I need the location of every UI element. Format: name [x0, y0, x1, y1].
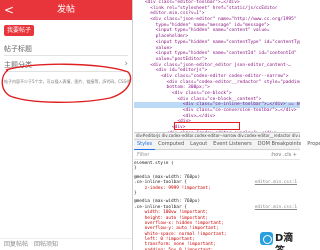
- devtools-panel: <div class="editor-toolbar">…</div> <lin…: [134, 0, 320, 250]
- tab-computed[interactable]: Computed: [155, 140, 187, 149]
- dom-node-line[interactable]: <input type="hidden" name="contentType" …: [134, 40, 300, 46]
- dom-tree[interactable]: <div class="editor-toolbar">…</div> <lin…: [134, 0, 300, 132]
- css-line-text: white-space: normal !important;: [134, 231, 227, 237]
- tab-layout[interactable]: Layout: [187, 140, 210, 149]
- css-line-text: .ce-inline-toolbar {: [134, 204, 187, 210]
- mobile-header: < 发帖: [0, 0, 132, 20]
- css-line-text: @media (max-width: 768px): [134, 199, 201, 205]
- css-line-text: height: auto !important;: [134, 215, 209, 221]
- post-type-badge[interactable]: 我要帖子: [4, 25, 35, 36]
- breadcrumb[interactable]: div#editorjs div.codex-editor.codex-edit…: [134, 132, 300, 140]
- page-title: 发帖: [56, 5, 75, 15]
- watermark-logo-icon: [260, 232, 273, 245]
- filter-placeholder: Filter: [137, 152, 150, 158]
- site-watermark: D滴答: [260, 231, 298, 250]
- dom-node-line[interactable]: <div class="json-editor" name="http://ww…: [134, 17, 300, 23]
- css-line-text: }: [134, 190, 137, 196]
- hov-cls-toggle[interactable]: :hov .cls +: [270, 151, 297, 159]
- dom-node-line[interactable]: <div class="ce-conversion-toolbar">…</di…: [134, 108, 300, 114]
- styles-filter[interactable]: Filter :hov .cls +: [134, 151, 300, 160]
- title-field[interactable]: 帖子标题: [4, 42, 128, 56]
- css-line-text: width: 100vw !important;: [134, 210, 209, 216]
- footer-link-right[interactable]: 回帖须知: [34, 239, 58, 250]
- footer-link-left[interactable]: 回复帖帖: [4, 239, 28, 250]
- tab-dom-breakpoints[interactable]: DOM Breakpoints: [255, 140, 304, 149]
- tab-properties[interactable]: Properties: [304, 140, 320, 149]
- mobile-post-page: < 发帖 我要帖子 帖子标题 主题分类 › 帖子内容不少于5个字，可以插入表情、…: [0, 0, 133, 250]
- styles-tabs: Styles Computed Layout Event Listeners DOM B…: [134, 140, 320, 150]
- css-line-text: z-index: 9999 !important;: [134, 185, 211, 191]
- tab-styles[interactable]: Styles: [134, 140, 156, 150]
- dom-node-line[interactable]: <div class="codex-editor codex-editor--n…: [134, 74, 300, 80]
- css-line-text: }: [134, 166, 137, 172]
- watermark-text: D滴答: [275, 233, 294, 250]
- css-line-text: overflow-y: auto !important;: [134, 226, 219, 232]
- title-field-placeholder: 帖子标题: [4, 45, 32, 53]
- red-annotation-circle: [1, 63, 132, 103]
- tab-event-listeners[interactable]: Event Listeners: [210, 140, 255, 149]
- css-line-text: .ce-inline-toolbar {: [134, 180, 187, 186]
- css-line-text: element.style {: [134, 161, 174, 166]
- css-line-text: transform: none !important;: [134, 242, 216, 248]
- mobile-footer: 回复帖帖 回帖须知: [0, 238, 132, 250]
- red-annotation-rectangle: [174, 122, 240, 130]
